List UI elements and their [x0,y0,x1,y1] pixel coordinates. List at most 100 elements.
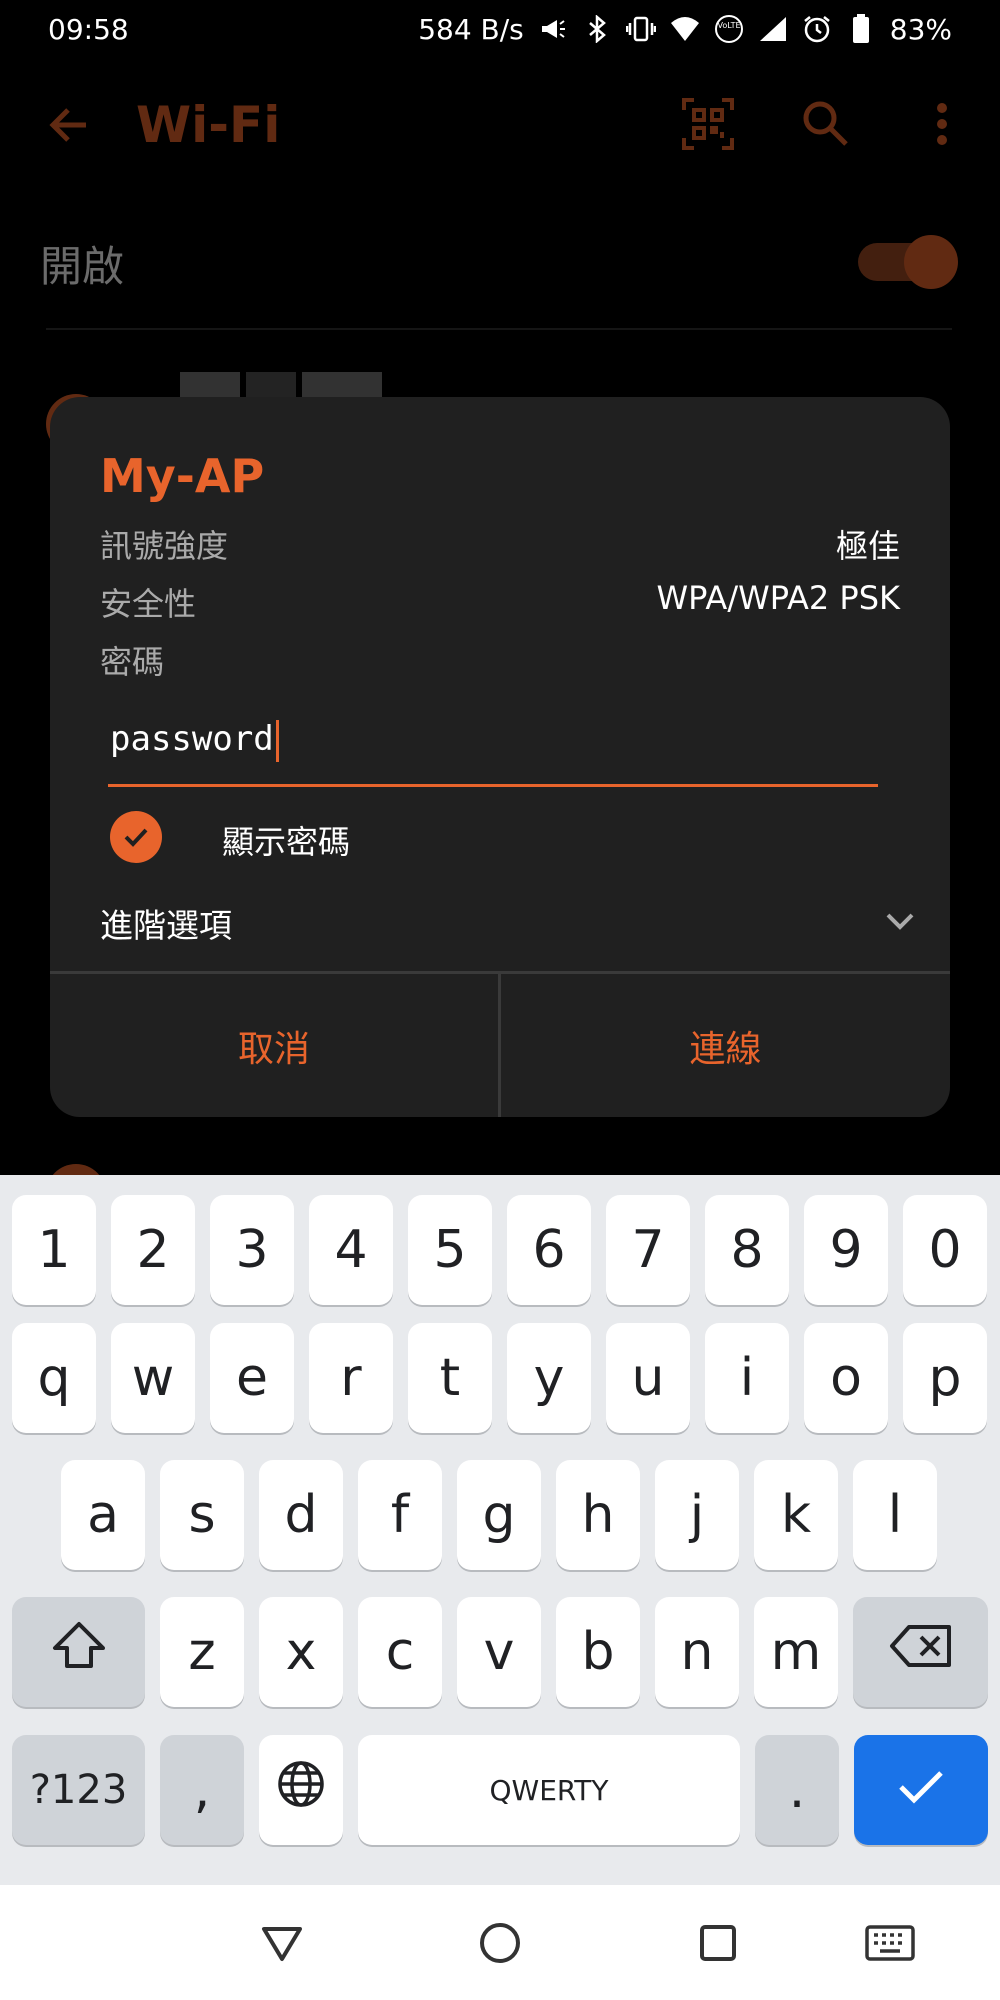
redacted-block [246,372,296,398]
key-b[interactable]: b [556,1597,640,1707]
check-icon [896,1760,946,1820]
system-nav-bar [0,1885,1000,2000]
key-u[interactable]: u [606,1323,690,1433]
key-z[interactable]: z [160,1597,244,1707]
password-input[interactable]: password [108,707,878,787]
shift-key[interactable] [12,1597,145,1707]
search-icon[interactable] [798,96,854,152]
enter-key[interactable] [854,1735,988,1845]
key-k[interactable]: k [754,1460,838,1570]
redacted-block [302,372,382,398]
key-9[interactable]: 9 [804,1195,888,1305]
security-label: 安全性 [100,585,197,623]
wifi-switch[interactable] [858,235,958,289]
app-bar: Wi-Fi [0,70,1000,180]
key-c[interactable]: c [358,1597,442,1707]
password-label: 密碼 [100,643,165,681]
status-bar: 09:58 584 B/s VoLTE 83% [0,0,1000,58]
key-x[interactable]: x [259,1597,343,1707]
back-triangle-icon[interactable] [258,1919,306,1967]
password-value-wrap: password [110,719,279,762]
divider [46,328,952,330]
show-password-label: 顯示密碼 [222,823,351,861]
advanced-options[interactable]: 進階選項 [100,891,920,951]
key-6[interactable]: 6 [507,1195,591,1305]
period-key[interactable]: . [755,1735,839,1845]
key-n[interactable]: n [655,1597,739,1707]
wifi-connect-dialog: My-AP 訊號強度 極佳 安全性 WPA/WPA2 PSK 密碼 passwo… [50,397,950,1117]
shift-icon [51,1620,107,1685]
status-icons: 584 B/s VoLTE 83% [418,13,952,46]
key-0[interactable]: 0 [903,1195,987,1305]
key-7[interactable]: 7 [606,1195,690,1305]
recents-square-icon[interactable] [694,1919,742,1967]
home-circle-icon[interactable] [476,1919,524,1967]
text-caret [275,719,279,762]
key-i[interactable]: i [705,1323,789,1433]
space-key[interactable]: QWERTY [358,1735,740,1845]
volte-icon: VoLTE [714,14,744,44]
key-m[interactable]: m [754,1597,838,1707]
signal-label: 訊號強度 [100,527,229,565]
symbols-key[interactable]: ?123 [12,1735,145,1845]
check-icon[interactable] [110,811,162,863]
vibrate-icon [625,14,656,44]
qr-scan-icon[interactable] [680,96,736,152]
wifi-toggle-row[interactable]: 開啟 [0,215,1000,305]
net-speed: 584 B/s [418,12,524,46]
key-l[interactable]: l [853,1460,937,1570]
key-q[interactable]: q [12,1323,96,1433]
connect-button[interactable]: 連線 [501,974,950,1117]
svg-text:VoLTE: VoLTE [717,21,740,30]
megaphone-icon [538,14,568,44]
signal-row: 訊號強度 極佳 [100,521,900,571]
key-5[interactable]: 5 [408,1195,492,1305]
key-a[interactable]: a [61,1460,145,1570]
alarm-icon [802,14,832,44]
wifi-icon [670,14,700,44]
switch-thumb [904,235,958,289]
advanced-options-label: 進階選項 [100,906,232,945]
dialog-title: My-AP [100,449,265,503]
key-s[interactable]: s [160,1460,244,1570]
redacted-block [180,372,240,398]
back-arrow-icon[interactable] [44,100,94,150]
chevron-down-icon [880,901,920,941]
comma-key[interactable]: , [160,1735,244,1845]
battery-level: 83% [889,12,952,46]
key-g[interactable]: g [457,1460,541,1570]
key-t[interactable]: t [408,1323,492,1433]
key-p[interactable]: p [903,1323,987,1433]
key-8[interactable]: 8 [705,1195,789,1305]
key-e[interactable]: e [210,1323,294,1433]
wifi-toggle-label: 開啟 [40,242,125,291]
key-w[interactable]: w [111,1323,195,1433]
backspace-icon [889,1622,953,1682]
security-value: WPA/WPA2 PSK [656,579,900,617]
cancel-button[interactable]: 取消 [50,974,498,1117]
key-r[interactable]: r [309,1323,393,1433]
key-3[interactable]: 3 [210,1195,294,1305]
key-2[interactable]: 2 [111,1195,195,1305]
key-d[interactable]: d [259,1460,343,1570]
show-password-checkbox[interactable]: 顯示密碼 [110,809,510,869]
page-title: Wi-Fi [136,96,281,154]
password-value: password [110,719,274,759]
password-label-row: 密碼 [100,637,900,687]
key-o[interactable]: o [804,1323,888,1433]
key-j[interactable]: j [655,1460,739,1570]
keyboard-switch-icon[interactable] [864,1919,916,1967]
key-v[interactable]: v [457,1597,541,1707]
signal-value: 極佳 [835,527,900,565]
more-options-icon[interactable] [930,96,954,152]
status-time: 09:58 [48,12,129,46]
key-h[interactable]: h [556,1460,640,1570]
key-y[interactable]: y [507,1323,591,1433]
language-key[interactable] [259,1735,343,1845]
key-1[interactable]: 1 [12,1195,96,1305]
security-row: 安全性 WPA/WPA2 PSK [100,579,900,629]
battery-icon [846,14,876,44]
key-4[interactable]: 4 [309,1195,393,1305]
key-f[interactable]: f [358,1460,442,1570]
backspace-key[interactable] [853,1597,988,1707]
